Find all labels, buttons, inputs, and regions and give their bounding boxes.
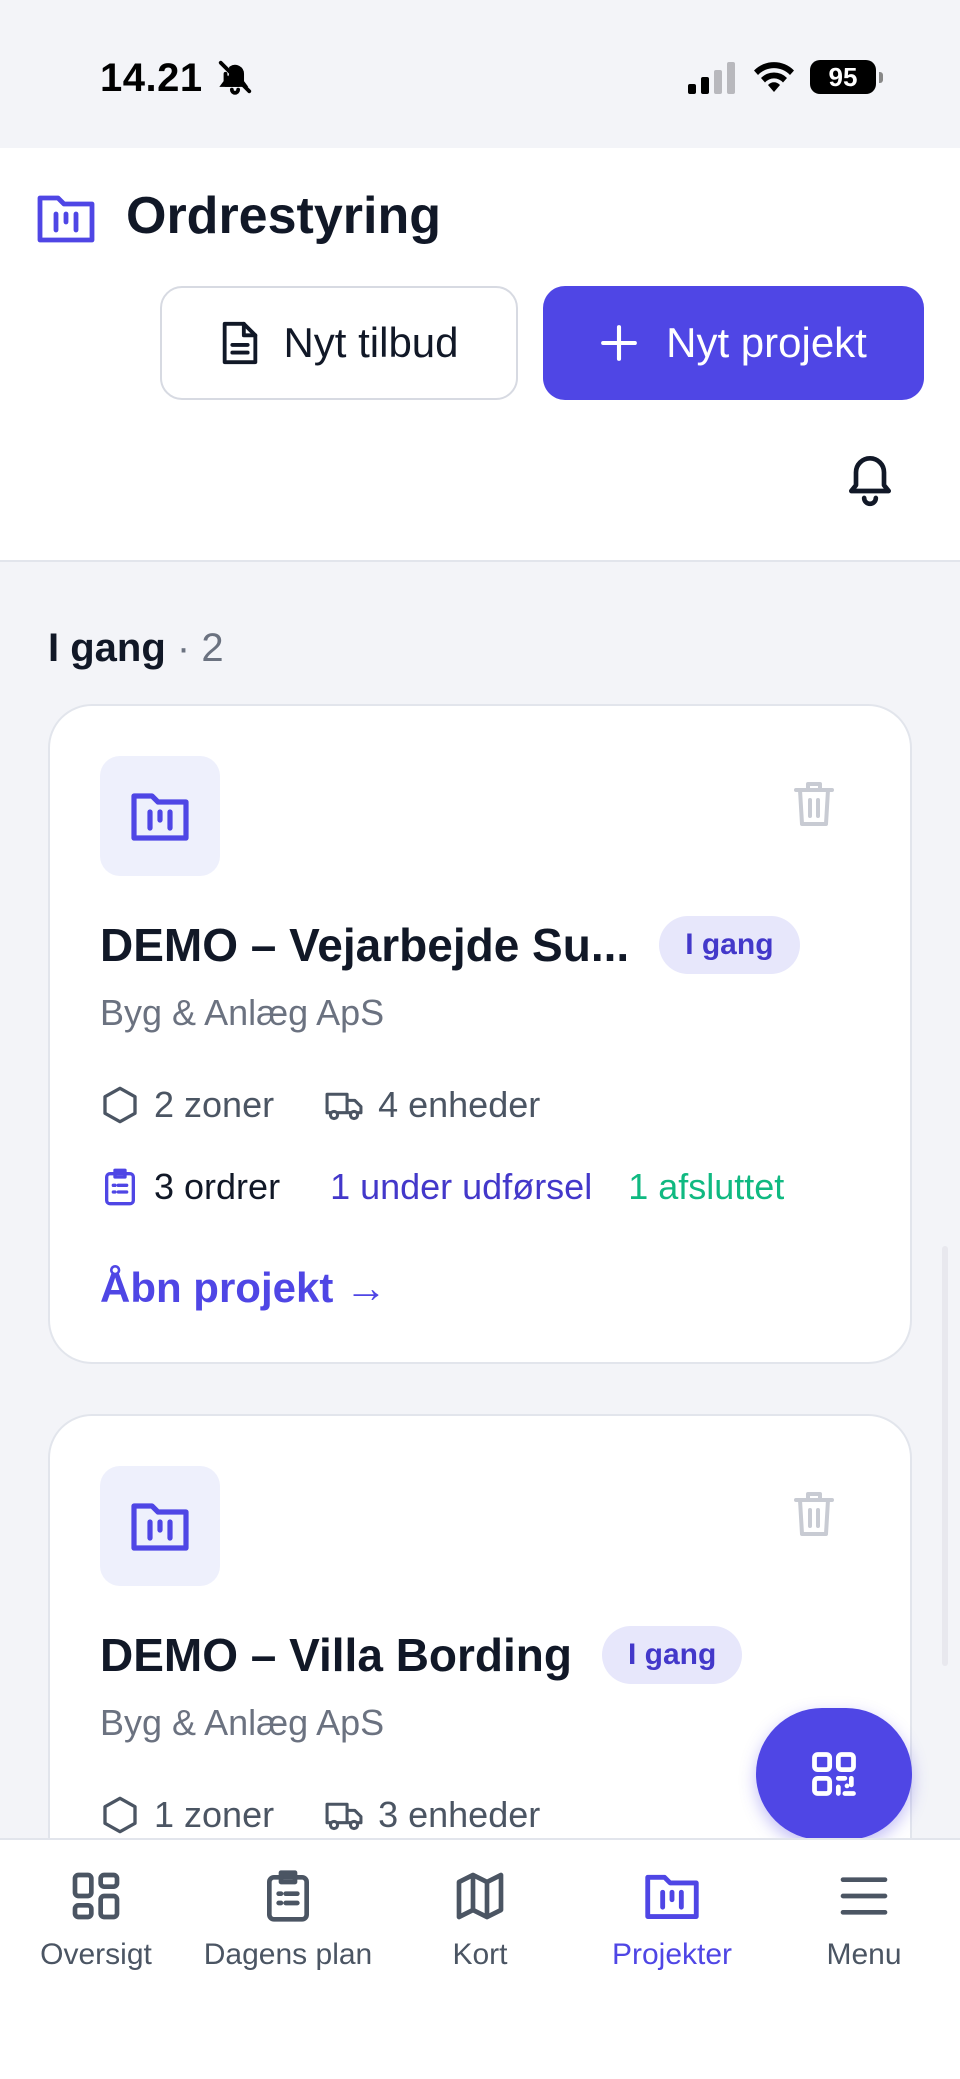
scrollbar[interactable] [942, 1246, 948, 1666]
folder-icon [131, 1503, 189, 1551]
section-heading: I gang · 2 [48, 626, 224, 671]
new-offer-button[interactable]: Nyt tilbud [160, 286, 518, 400]
project-icon-box [100, 756, 220, 876]
new-project-button[interactable]: Nyt projekt [543, 286, 924, 400]
cellular-signal-icon [688, 62, 735, 94]
nav-label: Projekter [611, 1938, 733, 1971]
map-icon [456, 1872, 504, 1920]
qr-code-icon [812, 1752, 856, 1796]
nav-label: Oversigt [40, 1938, 152, 1971]
nav-label: Dagens plan [203, 1938, 373, 1971]
clipboard-icon [267, 1870, 309, 1922]
open-project-link[interactable]: Åbn projekt → [100, 1264, 387, 1312]
wifi-icon [754, 62, 794, 92]
section-count: 2 [201, 626, 224, 670]
folder-icon [131, 793, 189, 841]
qr-scan-button[interactable] [756, 1708, 912, 1840]
zones-info: 1 zoner [100, 1794, 274, 1836]
project-card[interactable]: DEMO – Vejarbejde Su... I gang Byg & Anl… [48, 704, 912, 1364]
hexagon-icon [103, 1086, 137, 1124]
page-title: Ordrestyring [126, 187, 441, 245]
section-separator: · [176, 626, 191, 670]
grid-icon [72, 1872, 120, 1920]
truck-icon [325, 1802, 363, 1831]
zones-info: 2 zoner [100, 1084, 274, 1126]
project-title-row: DEMO – Vejarbejde Su... I gang [100, 916, 870, 974]
units-count: 4 enheder [378, 1084, 541, 1125]
units-count: 3 enheder [378, 1794, 541, 1835]
status-time: 14.21 [100, 56, 203, 100]
truck-icon [325, 1092, 363, 1121]
clipboard-icon [105, 1168, 135, 1206]
project-company: Byg & Anlæg ApS [100, 992, 385, 1033]
battery-level: 95 [828, 61, 858, 92]
plus-icon [601, 325, 638, 361]
project-title: DEMO – Vejarbejde Su... [100, 919, 630, 971]
project-meta-row: 1 zoner 3 enheder [100, 1794, 590, 1836]
nav-item-kort[interactable]: Kort [384, 1868, 576, 1972]
menu-icon [840, 1877, 888, 1915]
project-title: DEMO – Villa Bording [100, 1629, 572, 1681]
nav-item-projekter[interactable]: Projekter [576, 1868, 768, 1972]
project-icon-box [100, 1466, 220, 1586]
trash-icon[interactable] [792, 1490, 836, 1538]
units-info: 4 enheder [324, 1084, 540, 1126]
section-label: I gang [48, 626, 166, 670]
nav-label: Menu [826, 1938, 902, 1971]
new-offer-label: Nyt tilbud [283, 319, 459, 366]
nav-label: Kort [452, 1938, 508, 1971]
nav-item-oversigt[interactable]: Oversigt [0, 1868, 192, 1972]
in-progress-count: 1 under udførsel [330, 1166, 593, 1207]
units-info: 3 enheder [324, 1794, 540, 1836]
orders-meta-row: 3 ordrer 1 under udførsel 1 afsluttet [100, 1166, 834, 1208]
document-icon [223, 321, 258, 365]
status-badge: I gang [602, 1626, 743, 1684]
status-badge: I gang [659, 916, 800, 974]
battery-indicator: 95 [810, 60, 883, 94]
zones-count: 2 zoner [154, 1084, 275, 1125]
nav-item-dagens-plan[interactable]: Dagens plan [192, 1868, 384, 1972]
trash-icon[interactable] [792, 780, 836, 828]
completed-count: 1 afsluttet [628, 1166, 785, 1207]
project-title-row: DEMO – Villa Bording I gang [100, 1626, 870, 1684]
nav-item-menu[interactable]: Menu [768, 1868, 960, 1972]
folder-icon [37, 195, 95, 243]
zones-count: 1 zoner [154, 1794, 275, 1835]
bell-icon[interactable] [842, 446, 898, 508]
bell-slash-icon [218, 60, 252, 95]
folder-icon [645, 1874, 699, 1919]
bottom-nav: Oversigt Dagens plan Kort Projekter Menu [0, 1838, 960, 2079]
app-header: Ordrestyring Nyt tilbud Nyt projekt [0, 148, 960, 562]
project-meta-row: 2 zoner 4 enheder [100, 1084, 590, 1126]
new-project-label: Nyt projekt [666, 319, 867, 366]
orders-count: 3 ordrer [154, 1166, 281, 1207]
orders-info: 3 ordrer [100, 1166, 280, 1208]
hexagon-icon [103, 1796, 137, 1834]
status-bar: 14.21 95 [0, 0, 960, 148]
project-company: Byg & Anlæg ApS [100, 1702, 385, 1743]
